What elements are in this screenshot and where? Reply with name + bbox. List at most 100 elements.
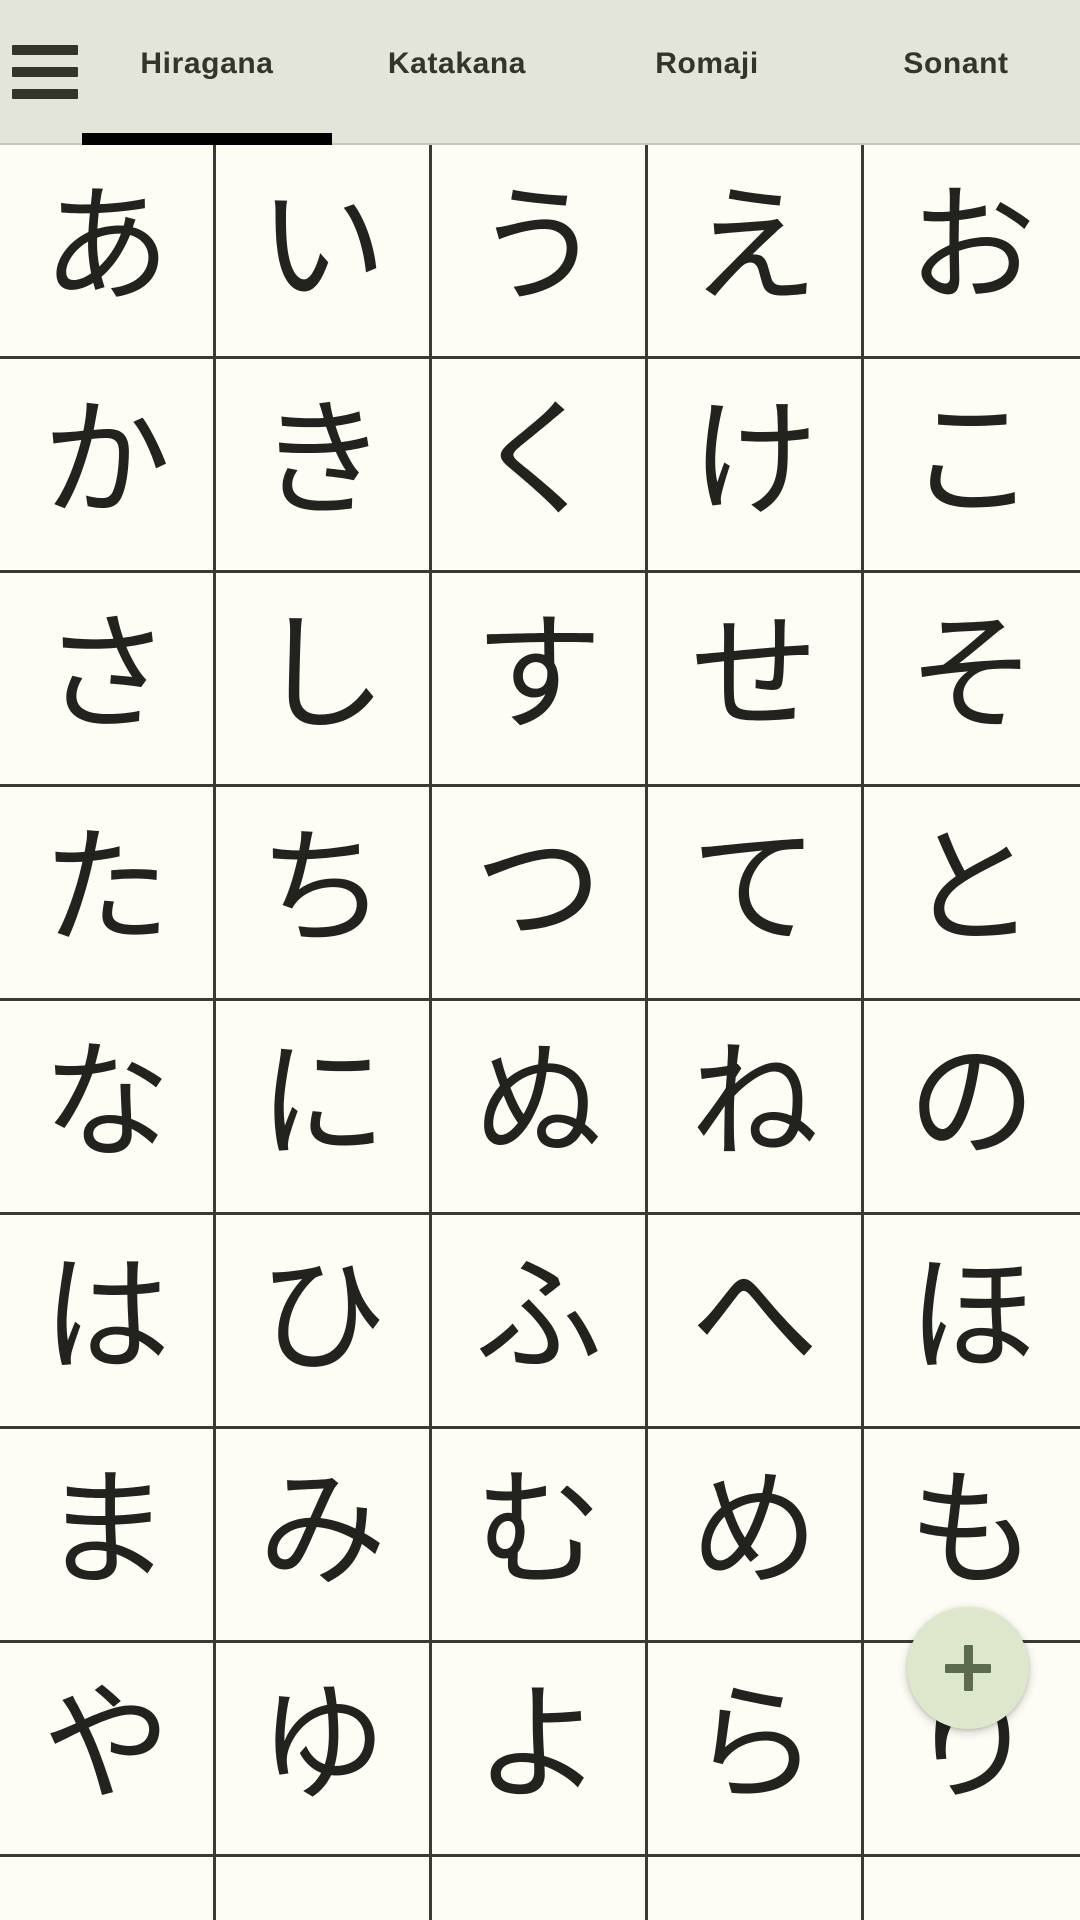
menu-bar-middle — [12, 67, 78, 77]
menu-bar-bottom — [12, 89, 78, 99]
kana-cell[interactable]: と — [864, 787, 1080, 1001]
kana-cell[interactable]: や — [0, 1643, 216, 1857]
kana-cell[interactable]: き — [216, 359, 432, 573]
tab-sonant-label: Sonant — [903, 46, 1009, 80]
kana-cell[interactable]: て — [648, 787, 864, 1001]
kana-cell[interactable]: た — [0, 787, 216, 1001]
kana-glyph: お — [907, 171, 1036, 321]
kana-cell[interactable]: に — [216, 1001, 432, 1215]
kana-cell[interactable]: く — [432, 359, 648, 573]
kana-row — [0, 1857, 1080, 1920]
kana-glyph: の — [907, 1027, 1036, 1177]
kana-cell[interactable]: み — [216, 1429, 432, 1643]
kana-glyph: よ — [474, 1669, 603, 1819]
kana-cell[interactable]: す — [432, 573, 648, 787]
kana-glyph: さ — [42, 599, 171, 749]
kana-cell[interactable] — [432, 1857, 648, 1920]
kana-cell[interactable]: こ — [864, 359, 1080, 573]
kana-glyph: み — [258, 1455, 387, 1605]
kana-glyph: い — [258, 171, 387, 321]
kana-cell[interactable] — [216, 1857, 432, 1920]
kana-cell[interactable]: ま — [0, 1429, 216, 1643]
kana-cell[interactable]: ら — [648, 1643, 864, 1857]
kana-cell[interactable]: あ — [0, 145, 216, 359]
tab-katakana-label: Katakana — [387, 46, 527, 80]
tab-hiragana[interactable]: Hiragana — [82, 0, 332, 145]
kana-cell[interactable]: う — [432, 145, 648, 359]
kana-glyph: に — [258, 1027, 387, 1177]
kana-cell[interactable]: か — [0, 359, 216, 573]
kana-row: なにぬねの — [0, 1001, 1080, 1215]
kana-cell[interactable]: ね — [648, 1001, 864, 1215]
kana-cell[interactable]: そ — [864, 573, 1080, 787]
kana-cell[interactable]: ぬ — [432, 1001, 648, 1215]
kana-glyph: え — [690, 171, 819, 321]
kana-glyph: ち — [258, 813, 387, 963]
kana-glyph: む — [474, 1455, 603, 1605]
kana-cell[interactable]: お — [864, 145, 1080, 359]
kana-glyph: そ — [907, 599, 1036, 749]
kana-glyph: ゆ — [258, 1669, 387, 1819]
kana-cell[interactable]: よ — [432, 1643, 648, 1857]
kana-glyph: ひ — [258, 1241, 387, 1391]
kana-glyph: つ — [474, 813, 603, 963]
kana-cell[interactable] — [864, 1857, 1080, 1920]
kana-cell[interactable]: ひ — [216, 1215, 432, 1429]
kana-cell[interactable]: せ — [648, 573, 864, 787]
kana-cell[interactable]: し — [216, 573, 432, 787]
kana-row: たちつてと — [0, 787, 1080, 1001]
kana-glyph: し — [258, 599, 387, 749]
kana-row: まみむめも — [0, 1429, 1080, 1643]
app-bar: Hiragana Katakana Romaji Sonant — [0, 0, 1080, 147]
kana-cell[interactable]: え — [648, 145, 864, 359]
kana-glyph: た — [42, 813, 171, 963]
add-button[interactable] — [907, 1607, 1029, 1729]
kana-cell[interactable]: ち — [216, 787, 432, 1001]
kana-glyph: や — [42, 1669, 171, 1819]
kana-cell[interactable]: い — [216, 145, 432, 359]
tab-sonant[interactable]: Sonant — [832, 0, 1080, 145]
kana-row: かきくけこ — [0, 359, 1080, 573]
kana-glyph: せ — [690, 599, 819, 749]
kana-cell[interactable]: な — [0, 1001, 216, 1215]
menu-bar-top — [12, 45, 78, 55]
kana-glyph: め — [690, 1455, 819, 1605]
kana-cell[interactable]: へ — [648, 1215, 864, 1429]
tab-romaji[interactable]: Romaji — [582, 0, 832, 145]
kana-cell[interactable]: む — [432, 1429, 648, 1643]
kana-cell[interactable] — [0, 1857, 216, 1920]
kana-cell[interactable]: つ — [432, 787, 648, 1001]
tab-hiragana-label: Hiragana — [140, 46, 274, 80]
kana-glyph: す — [474, 599, 603, 749]
kana-cell[interactable]: ふ — [432, 1215, 648, 1429]
tab-romaji-label: Romaji — [655, 46, 759, 80]
tab-katakana[interactable]: Katakana — [332, 0, 582, 145]
kana-glyph: へ — [690, 1241, 819, 1391]
kana-cell[interactable]: め — [648, 1429, 864, 1643]
kana-cell[interactable]: ほ — [864, 1215, 1080, 1429]
kana-glyph: と — [907, 813, 1036, 963]
kana-glyph: ま — [42, 1455, 171, 1605]
kana-cell[interactable]: の — [864, 1001, 1080, 1215]
kana-cell[interactable]: は — [0, 1215, 216, 1429]
kana-glyph: う — [474, 171, 603, 321]
kana-cell[interactable] — [648, 1857, 864, 1920]
kana-glyph: も — [907, 1455, 1036, 1605]
kana-cell[interactable]: ゆ — [216, 1643, 432, 1857]
kana-glyph: こ — [907, 385, 1036, 535]
kana-glyph: ふ — [474, 1241, 603, 1391]
kana-glyph: か — [42, 385, 171, 535]
kana-cell[interactable]: け — [648, 359, 864, 573]
kana-cell[interactable]: さ — [0, 573, 216, 787]
hamburger-menu-icon[interactable] — [0, 40, 90, 104]
tab-bar: Hiragana Katakana Romaji Sonant — [82, 0, 1080, 145]
kana-glyph: き — [258, 385, 387, 535]
kana-chart-screen: Hiragana Katakana Romaji Sonant あいうえおかきく… — [0, 0, 1080, 1920]
kana-glyph: け — [690, 385, 819, 535]
kana-glyph: て — [690, 813, 819, 963]
kana-glyph: ら — [690, 1669, 819, 1819]
plus-icon-vertical — [963, 1645, 973, 1691]
kana-row: さしすせそ — [0, 573, 1080, 787]
kana-glyph: ね — [690, 1027, 819, 1177]
kana-glyph: は — [42, 1241, 171, 1391]
